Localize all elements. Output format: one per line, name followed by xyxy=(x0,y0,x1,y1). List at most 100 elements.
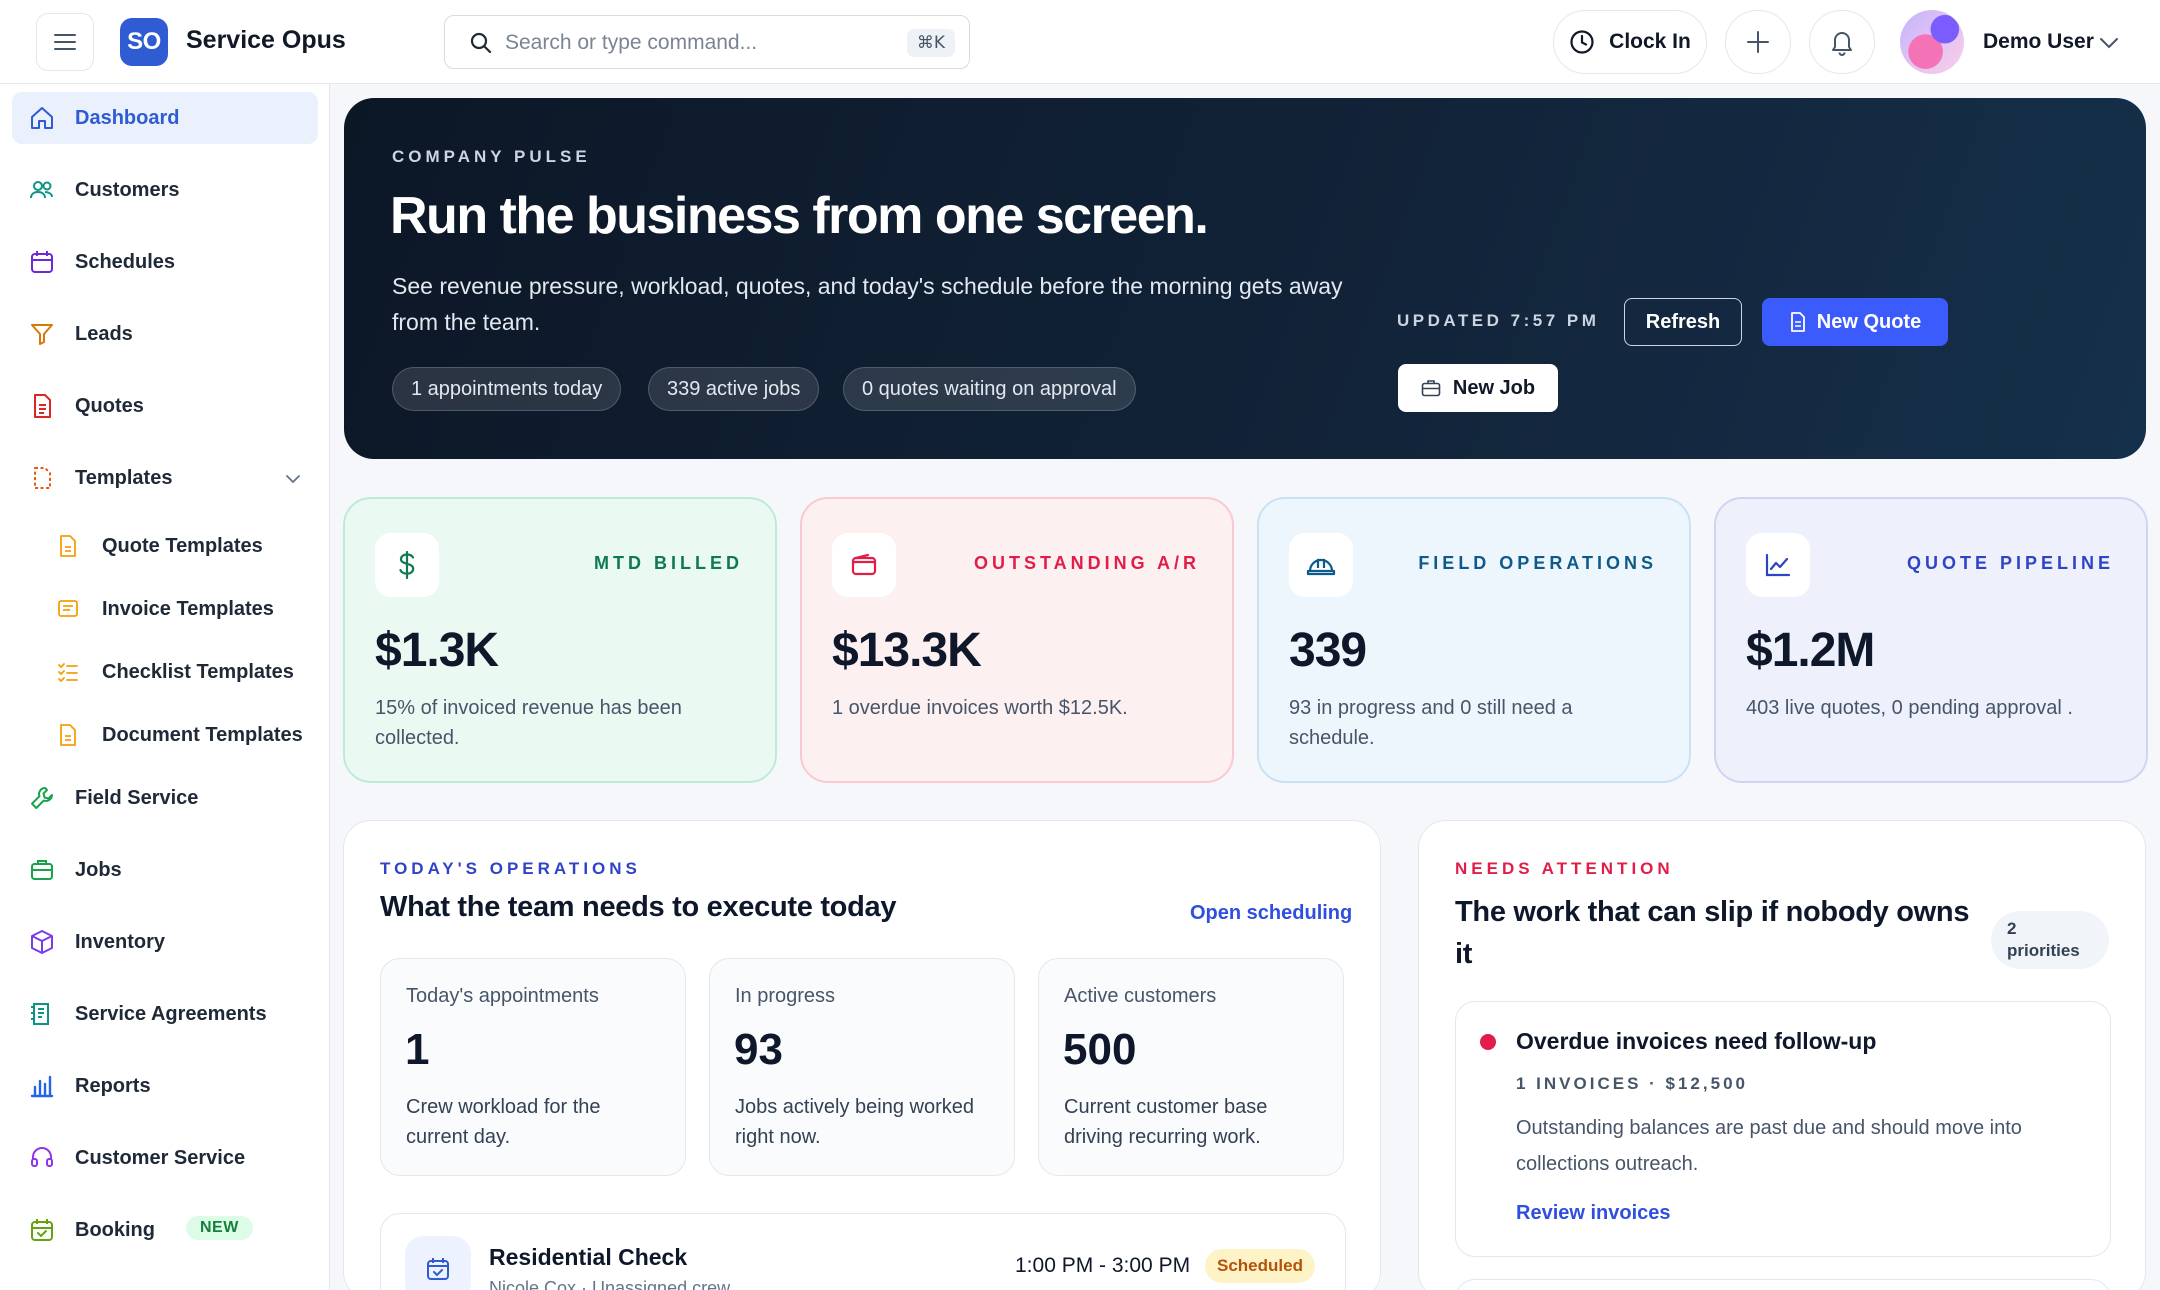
sidebar-item-service-agreements[interactable]: Service Agreements xyxy=(12,988,318,1040)
plus-icon xyxy=(1747,31,1769,53)
kpi-label: MTD BILLED xyxy=(594,553,743,573)
user-avatar[interactable] xyxy=(1900,10,1964,74)
stat-value: 93 xyxy=(734,1025,783,1074)
sidebar-item-customers[interactable]: Customers xyxy=(12,164,318,216)
file-icon xyxy=(60,535,76,557)
sidebar-item-schedules[interactable]: Schedules xyxy=(12,236,318,288)
kpi-description: 15% of invoiced revenue has been collect… xyxy=(375,697,682,749)
sidebar-item-dashboard[interactable]: Dashboard xyxy=(12,92,318,144)
stat-description: Current customer base driving recurring … xyxy=(1064,1096,1268,1148)
invoice-icon xyxy=(58,600,78,617)
priorities-count: 2 xyxy=(2007,919,2017,938)
user-name[interactable]: Demo User xyxy=(1983,30,2094,54)
notifications-button[interactable] xyxy=(1809,10,1875,74)
chevron-down-icon[interactable] xyxy=(2098,32,2120,54)
sidebar-item-quote-templates[interactable]: Quote Templates xyxy=(12,520,318,572)
open-scheduling-link[interactable]: Open scheduling xyxy=(1190,902,1352,925)
sidebar-item-label: Jobs xyxy=(75,859,122,881)
kpi-description: 1 overdue invoices worth $12.5K. xyxy=(832,697,1128,719)
attention-eyebrow: NEEDS ATTENTION xyxy=(1455,859,1674,878)
dollar-icon xyxy=(375,533,439,597)
kpi-quote-pipeline[interactable]: QUOTE PIPELINE $1.2M 403 live quotes, 0 … xyxy=(1714,497,2148,783)
hamburger-icon xyxy=(54,34,76,50)
sidebar-item-label: Checklist Templates xyxy=(102,661,294,683)
attention-title: The work that can slip if nobody owns it xyxy=(1455,896,1970,970)
new-quote-button[interactable]: New Quote xyxy=(1762,298,1948,346)
kpi-label: QUOTE PIPELINE xyxy=(1906,553,2114,573)
status-badge: Scheduled xyxy=(1205,1249,1315,1283)
funnel-icon xyxy=(31,324,53,345)
attention-item-meta: 1 INVOICES · $12,500 xyxy=(1516,1074,1748,1093)
kpi-description: 93 in progress and 0 still need a schedu… xyxy=(1289,697,1573,749)
kpi-description: 403 live quotes, 0 pending approval . xyxy=(1746,697,2073,719)
stat-label: Today's appointments xyxy=(406,985,599,1007)
alert-dot xyxy=(1480,1034,1496,1050)
kpi-outstanding-ar[interactable]: OUTSTANDING A/R $13.3K 1 overdue invoice… xyxy=(800,497,1234,783)
sidebar-item-label: Dashboard xyxy=(75,107,180,129)
sidebar-item-label: Quote Templates xyxy=(102,535,263,557)
new-job-label: New Job xyxy=(1452,376,1536,399)
trend-chart-icon xyxy=(1746,533,1810,597)
new-job-button[interactable]: New Job xyxy=(1398,364,1558,412)
clock-in-button[interactable]: Clock In xyxy=(1553,10,1707,74)
command-search[interactable]: ⌘K xyxy=(444,15,970,69)
appointment-row[interactable]: Residential Check Nicole Cox · Unassigne… xyxy=(380,1213,1346,1290)
hard-hat-icon xyxy=(1289,533,1353,597)
appointment-time: 1:00 PM - 3:00 PM xyxy=(1015,1254,1191,1277)
chevron-down-icon xyxy=(286,475,300,484)
kpi-label: FIELD OPERATIONS xyxy=(1418,553,1657,573)
sidebar-item-customer-service[interactable]: Customer Service xyxy=(12,1132,318,1184)
sidebar-item-label: Customer Service xyxy=(75,1147,246,1169)
sidebar-item-templates[interactable]: Templates xyxy=(12,452,318,504)
users-icon xyxy=(30,181,53,199)
kpi-value: $13.3K xyxy=(832,624,982,677)
refresh-button[interactable]: Refresh xyxy=(1624,298,1742,346)
agreement-icon xyxy=(31,1003,49,1025)
briefcase-icon xyxy=(31,860,53,880)
sidebar-item-field-service[interactable]: Field Service xyxy=(12,772,318,824)
kpi-value: $1.2M xyxy=(1746,624,1875,677)
hero-title: Run the business from one screen. xyxy=(390,187,1209,245)
sidebar-item-label: Reports xyxy=(75,1075,151,1097)
sidebar-item-label: Schedules xyxy=(75,251,176,273)
operations-eyebrow: TODAY'S OPERATIONS xyxy=(380,859,641,878)
sidebar-item-inventory[interactable]: Inventory xyxy=(12,916,318,968)
calendar-icon xyxy=(405,1236,471,1290)
headset-icon xyxy=(31,1147,53,1167)
attention-item xyxy=(1455,1279,2111,1290)
menu-toggle-button[interactable] xyxy=(36,13,94,71)
attention-item: Overdue invoices need follow-up 1 INVOIC… xyxy=(1455,1001,2111,1257)
document-icon xyxy=(34,394,51,418)
search-input[interactable] xyxy=(505,28,865,58)
sidebar-item-document-templates[interactable]: Document Templates xyxy=(12,709,318,761)
sidebar-item-leads[interactable]: Leads xyxy=(12,308,318,360)
sidebar-item-invoice-templates[interactable]: Invoice Templates xyxy=(12,583,318,635)
stat-description: Jobs actively being worked right now. xyxy=(735,1096,975,1148)
attention-item-description: Outstanding balances are past due and sh… xyxy=(1516,1117,2022,1175)
sidebar-item-reports[interactable]: Reports xyxy=(12,1060,318,1112)
sidebar-item-quotes[interactable]: Quotes xyxy=(12,380,318,432)
kpi-value: $1.3K xyxy=(375,624,499,677)
quick-add-button[interactable] xyxy=(1725,10,1791,74)
app-name: Service Opus xyxy=(186,26,346,54)
sidebar: Dashboard Customers Schedules Leads Quot… xyxy=(0,84,330,1290)
sidebar-item-checklist-templates[interactable]: Checklist Templates xyxy=(12,646,318,698)
clock-in-label: Clock In xyxy=(1609,30,1691,53)
todays-operations-panel: TODAY'S OPERATIONS What the team needs t… xyxy=(343,820,1381,1290)
stat-value: 1 xyxy=(405,1025,430,1074)
bar-chart-icon xyxy=(30,1075,54,1098)
review-invoices-link[interactable]: Review invoices xyxy=(1516,1202,1671,1225)
stat-value: 500 xyxy=(1063,1025,1137,1074)
checklist-icon xyxy=(58,663,78,683)
priorities-label: priorities xyxy=(2007,941,2080,960)
top-bar: SO Service Opus ⌘K Clock In Demo User xyxy=(0,0,2160,84)
appointments-pill: 1 appointments today xyxy=(392,367,622,411)
kpi-mtd-billed[interactable]: MTD BILLED $1.3K 15% of invoiced revenue… xyxy=(343,497,777,783)
app-logo[interactable]: SO xyxy=(120,18,168,66)
sidebar-item-booking[interactable]: Booking NEW xyxy=(12,1204,318,1256)
kpi-field-operations[interactable]: FIELD OPERATIONS 339 93 in progress and … xyxy=(1257,497,1691,783)
updated-timestamp: UPDATED 7:57 PM xyxy=(1397,311,1600,330)
wrench-icon xyxy=(31,787,53,809)
sidebar-item-jobs[interactable]: Jobs xyxy=(12,844,318,896)
briefcase-icon xyxy=(1421,380,1441,397)
